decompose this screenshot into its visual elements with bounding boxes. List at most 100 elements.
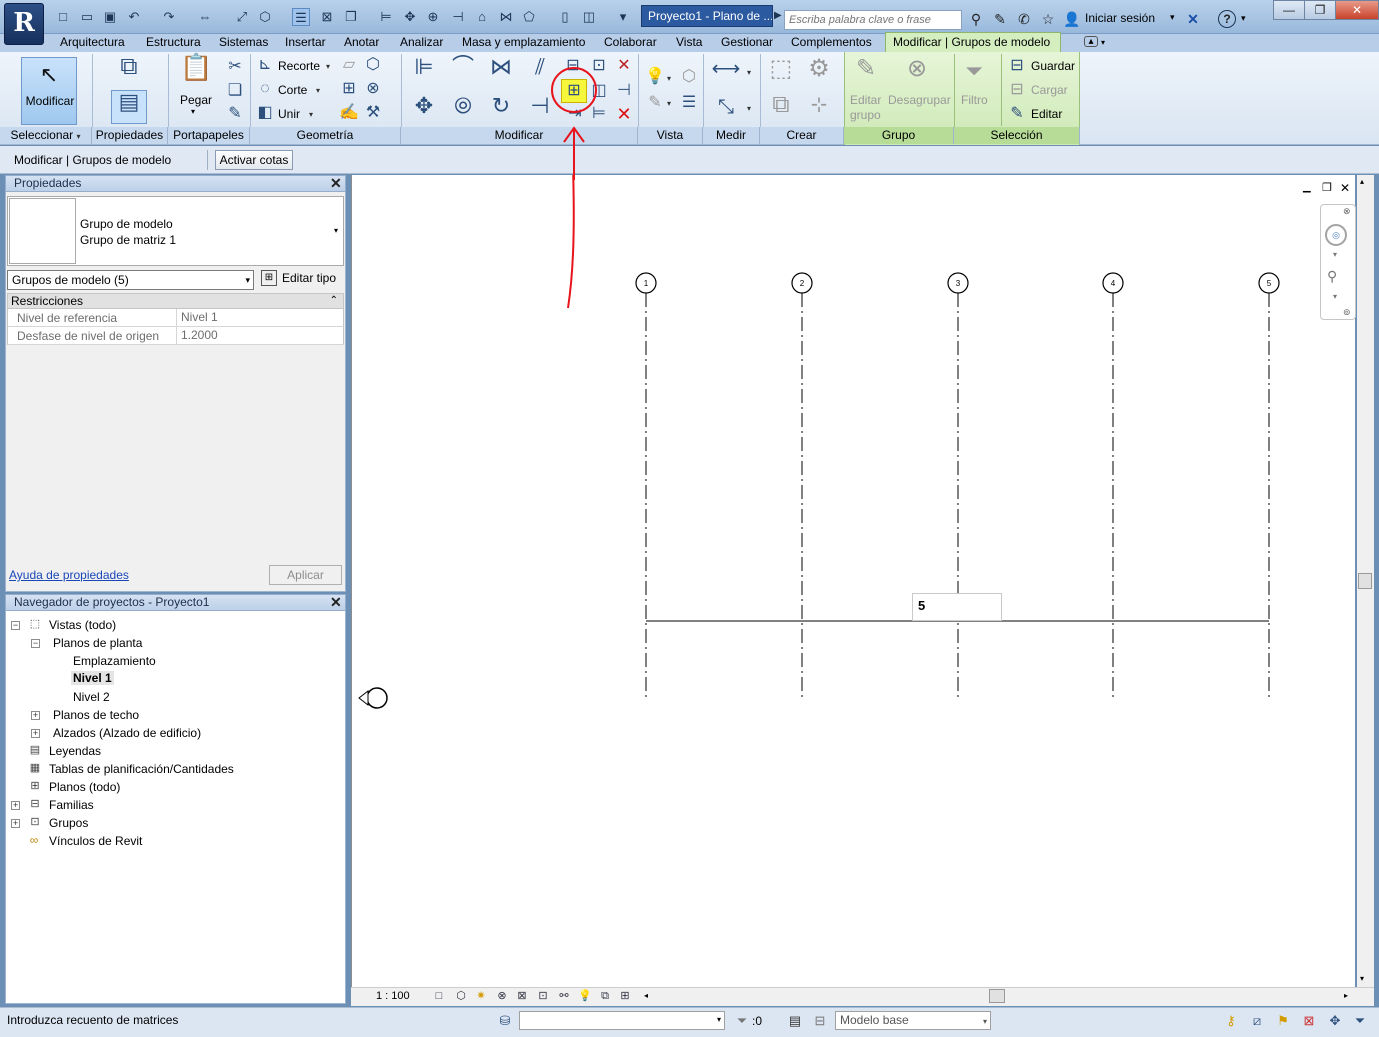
cope-label[interactable]: Recorte — [278, 59, 320, 73]
panel-label-seleccionar[interactable]: Seleccionar ▾ — [0, 127, 92, 144]
grid-line-2[interactable]: 2 — [791, 272, 813, 700]
close-button[interactable]: ✕ — [1335, 0, 1379, 20]
design-option-dropdown-icon[interactable]: ▾ — [983, 1013, 987, 1030]
align-tool-icon[interactable]: ⊫ — [408, 56, 440, 84]
elevation-marker[interactable] — [358, 687, 388, 709]
visibility-graphics-icon[interactable]: ☰ — [678, 92, 700, 114]
tree-item-planos-planta[interactable]: Planos de planta — [53, 636, 142, 650]
view-restore-icon[interactable]: ❐ — [1322, 181, 1332, 194]
create-group-icon[interactable]: ⊹ — [803, 94, 835, 124]
override-graphics-icon[interactable]: ⬡ — [678, 66, 700, 88]
tree-item-vistas[interactable]: Vistas (todo) — [49, 618, 116, 632]
tab-arquitectura[interactable]: Arquitectura — [60, 35, 125, 51]
select-by-face-icon[interactable]: ⊠ — [1300, 1012, 1318, 1030]
tab-masa-emplazamiento[interactable]: Masa y emplazamiento — [462, 35, 585, 51]
tree-expand-icon[interactable]: + — [31, 711, 40, 720]
tab-vista[interactable]: Vista — [676, 35, 702, 51]
view-minimize-icon[interactable]: ▁ — [1303, 182, 1311, 193]
type-selector-dropdown-icon[interactable]: ▾ — [334, 226, 338, 235]
minimize-button[interactable]: — — [1273, 0, 1305, 20]
ribbon-minimize-icon[interactable]: ▴ — [1084, 36, 1098, 47]
property-row[interactable]: Nivel de referencia Nivel 1 — [7, 309, 344, 327]
tree-expand-icon[interactable]: + — [11, 801, 20, 810]
property-value[interactable]: 1.2000 — [176, 327, 344, 344]
title-overflow-icon[interactable]: ▶ — [774, 10, 782, 21]
measure-between-icon[interactable]: ⟷ — [710, 58, 742, 84]
edit-group-label-line2[interactable]: grupo — [850, 108, 881, 122]
door-icon[interactable]: ▯ — [556, 8, 574, 26]
paste-icon[interactable]: 📋 — [180, 54, 212, 90]
create-similar-icon[interactable]: ⧉ — [765, 93, 797, 124]
filter-label[interactable]: Filtro — [961, 93, 988, 107]
trim-icon[interactable]: ⊣ — [449, 8, 467, 26]
subscription-icon[interactable]: ✎ — [991, 10, 1009, 28]
hide-bulb-icon[interactable]: 💡 — [644, 66, 666, 88]
paint-icon[interactable]: ⊗ — [362, 78, 384, 100]
wall-joins-icon[interactable]: ⬡ — [362, 54, 384, 76]
aligned-dimension-icon[interactable]: ⤡ — [710, 96, 742, 122]
horizontal-scroll-thumb[interactable] — [989, 989, 1005, 1003]
tree-item-planos[interactable]: Planos (todo) — [49, 780, 120, 794]
tab-estructura[interactable]: Estructura — [146, 35, 201, 51]
load-selection-label[interactable]: Cargar — [1031, 83, 1068, 97]
ungroup-icon[interactable]: ⊗ — [902, 57, 932, 88]
copy-clipboard-icon[interactable]: ❏ — [224, 80, 246, 102]
signin-button[interactable]: Iniciar sesión — [1085, 11, 1155, 25]
array-count-input[interactable]: 5 — [912, 593, 1002, 621]
create-parts-icon[interactable]: ⚙ — [803, 57, 835, 88]
shape-icon[interactable]: ⬠ — [520, 8, 538, 26]
open-icon[interactable]: ▭ — [78, 8, 96, 26]
load-selection-icon[interactable]: ⊟ — [1007, 79, 1027, 101]
apply-button[interactable]: Aplicar — [269, 565, 342, 585]
editable-only-icon[interactable]: ⊟ — [811, 1012, 829, 1030]
binoculars-icon[interactable]: ⚲ — [967, 10, 985, 28]
copy-icon[interactable]: ⊕ — [424, 8, 442, 26]
activate-dimensions-button[interactable]: Activar cotas — [215, 150, 293, 170]
help-dropdown-icon[interactable]: ▾ — [1241, 13, 1246, 24]
save-icon[interactable]: ▣ — [101, 8, 119, 26]
edit-selection-icon[interactable]: ✎ — [1007, 103, 1027, 125]
design-options-icon[interactable]: ▤ — [786, 1012, 804, 1030]
split-face-icon[interactable]: ▱ — [338, 54, 360, 76]
property-row[interactable]: Desfase de nivel de origen 1.2000 — [7, 327, 344, 345]
measure-dropdown-icon[interactable]: ▾ — [747, 68, 751, 77]
floor-plan-drawing[interactable]: 1 2 3 4 5 — [351, 175, 1355, 987]
demolish-icon[interactable]: ⊞ — [338, 78, 360, 100]
paint-brush-icon[interactable]: ✍ — [338, 102, 360, 124]
tab-gestionar[interactable]: Gestionar — [721, 35, 773, 51]
application-menu-button[interactable]: R — [4, 3, 44, 45]
select-pinned-icon[interactable]: ⚑ — [1274, 1012, 1292, 1030]
selection-filter-icon[interactable]: ⏷ — [733, 1012, 751, 1030]
thin-lines-icon[interactable]: ☰ — [292, 8, 310, 26]
constraints-section-header[interactable]: Restricciones ⌃ — [7, 293, 344, 309]
mirror-icon[interactable]: ⋈ — [497, 8, 515, 26]
save-selection-label[interactable]: Guardar — [1031, 59, 1075, 73]
tree-item-nivel-1[interactable]: Nivel 1 — [71, 671, 114, 685]
design-option-select[interactable]: Modelo base ▾ — [835, 1011, 991, 1030]
qat-dropdown-icon[interactable]: ▾ — [614, 8, 632, 26]
save-selection-icon[interactable]: ⊟ — [1007, 55, 1027, 77]
steering-wheel-icon[interactable]: ◎ — [1325, 224, 1347, 246]
paste-dropdown-icon[interactable]: ▾ — [191, 107, 195, 116]
new-icon[interactable]: □ — [54, 8, 72, 26]
grid-line-4[interactable]: 4 — [1102, 272, 1124, 700]
tree-collapse-icon[interactable]: − — [31, 639, 40, 648]
detail-level-icon[interactable]: □ — [431, 989, 447, 1003]
workset-select[interactable]: ▾ — [519, 1011, 725, 1030]
redo-icon[interactable]: ↷ — [160, 8, 178, 26]
modify-button[interactable]: ↖ Modificar — [21, 57, 77, 125]
signin-dropdown-icon[interactable]: ▾ — [1170, 12, 1175, 23]
join-icon[interactable]: ◧ — [254, 102, 276, 124]
instance-filter-select[interactable]: Grupos de modelo (5) ▾ — [7, 270, 254, 290]
move-icon[interactable]: ✥ — [401, 8, 419, 26]
close-hidden-icon[interactable]: ⊠ — [318, 8, 336, 26]
workset-dropdown-icon[interactable]: ▾ — [717, 1015, 721, 1024]
tab-modificar-grupos-modelo[interactable]: Modificar | Grupos de modelo — [885, 32, 1061, 52]
select-underlay-icon[interactable]: ⧄ — [1248, 1012, 1266, 1030]
zoom-icon[interactable]: ⚲ — [1327, 268, 1337, 285]
tree-item-familias[interactable]: Familias — [49, 798, 94, 812]
status-filter-icon[interactable]: ⏷ — [1351, 1012, 1369, 1030]
tree-expand-icon[interactable]: + — [31, 729, 40, 738]
tree-collapse-icon[interactable]: − — [11, 621, 20, 630]
properties-close-icon[interactable]: ✕ — [330, 175, 342, 192]
